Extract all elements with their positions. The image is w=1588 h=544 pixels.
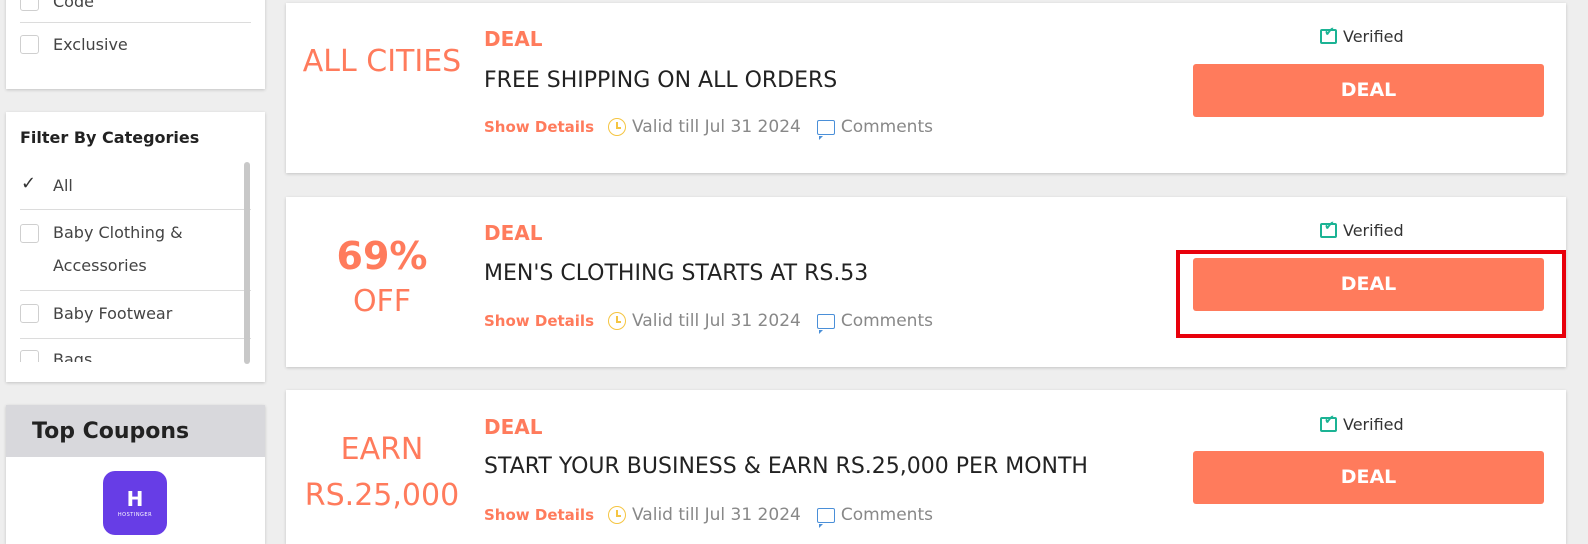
deal-title: MEN'S CLOTHING STARTS AT RS.53 [484, 261, 869, 286]
deal-badge: EARN RS.25,000 [286, 427, 478, 519]
show-details-link[interactable]: Show Details [484, 506, 594, 524]
filter-item-exclusive[interactable]: Exclusive [20, 35, 251, 54]
divider [20, 22, 251, 23]
checkbox-icon[interactable] [20, 304, 39, 323]
deal-meta: Show Details Valid till Jul 31 2024 Comm… [484, 117, 933, 140]
get-deal-button[interactable]: DEAL [1193, 451, 1544, 504]
filter-item-label: Code [53, 0, 94, 11]
category-label: All [53, 176, 73, 195]
verified-badge: Verified [1320, 413, 1404, 434]
category-label: Bags [53, 350, 93, 362]
category-filter: Filter By Categories All Baby Clothing &… [6, 112, 265, 382]
comment-icon[interactable] [816, 313, 835, 334]
deal-meta: Show Details Valid till Jul 31 2024 Comm… [484, 505, 933, 528]
verified-check-icon [1320, 25, 1337, 44]
deal-badge: 69% OFF [286, 233, 478, 325]
verified-label: Verified [1343, 221, 1404, 240]
get-deal-button[interactable]: DEAL [1193, 64, 1544, 117]
badge-line: EARN [340, 432, 424, 467]
category-list[interactable]: All Baby Clothing & Accessories Baby Foo… [6, 112, 265, 362]
deal-type-label: DEAL [484, 27, 543, 51]
verified-label: Verified [1343, 415, 1404, 434]
highlight-box [1176, 250, 1566, 338]
valid-till-text: Valid till Jul 31 2024 [632, 505, 801, 525]
category-scrollbar[interactable] [244, 162, 250, 364]
badge-line: ALL CITIES [302, 44, 462, 79]
verified-check-icon [1320, 413, 1337, 432]
category-label: Baby Footwear [53, 304, 173, 323]
category-item-all[interactable]: All [20, 173, 251, 195]
divider [20, 290, 251, 291]
deal-type-label: DEAL [484, 415, 543, 439]
clock-icon [608, 312, 626, 330]
hostinger-logo[interactable]: H HOSTINGER [103, 471, 167, 535]
coupon-type-filter: Code Exclusive [6, 0, 265, 89]
deal-badge: ALL CITIES [286, 39, 478, 85]
badge-line: RS.25,000 [304, 478, 460, 513]
badge-line: 69% [336, 234, 428, 278]
deal-meta: Show Details Valid till Jul 31 2024 Comm… [484, 311, 933, 334]
filter-item-label: Exclusive [53, 35, 128, 54]
badge-line: OFF [352, 284, 412, 319]
deal-title: START YOUR BUSINESS & EARN RS.25,000 PER… [484, 454, 1088, 479]
divider [20, 209, 251, 210]
verified-badge: Verified [1320, 219, 1404, 240]
comment-icon[interactable] [816, 119, 835, 140]
category-item-baby-clothing[interactable]: Baby Clothing & Accessories [20, 222, 251, 282]
filter-item-code[interactable]: Code [20, 0, 251, 11]
category-item-baby-footwear[interactable]: Baby Footwear [20, 304, 251, 323]
comment-icon[interactable] [816, 507, 835, 528]
category-label: Baby Clothing & Accessories [53, 223, 183, 275]
category-item-bags[interactable]: Bags [20, 350, 251, 362]
comments-link[interactable]: Comments [841, 117, 933, 137]
deal-type-label: DEAL [484, 221, 543, 245]
deal-title: FREE SHIPPING ON ALL ORDERS [484, 68, 838, 93]
checkbox-checked-icon[interactable] [20, 173, 39, 195]
show-details-link[interactable]: Show Details [484, 118, 594, 136]
checkbox-icon[interactable] [20, 0, 39, 11]
comments-link[interactable]: Comments [841, 505, 933, 525]
clock-icon [608, 506, 626, 524]
top-coupons-panel: Top Coupons H HOSTINGER [6, 405, 265, 544]
divider [20, 338, 251, 339]
verified-badge: Verified [1320, 25, 1404, 46]
comments-link[interactable]: Comments [841, 311, 933, 331]
valid-till-text: Valid till Jul 31 2024 [632, 311, 801, 331]
deal-card: ALL CITIES DEAL FREE SHIPPING ON ALL ORD… [286, 3, 1566, 173]
deal-card: EARN RS.25,000 DEAL START YOUR BUSINESS … [286, 390, 1566, 544]
hostinger-logo-mark: H [126, 486, 144, 511]
verified-label: Verified [1343, 27, 1404, 46]
verified-check-icon [1320, 219, 1337, 238]
top-coupons-title: Top Coupons [6, 405, 265, 457]
checkbox-icon[interactable] [20, 35, 39, 54]
valid-till-text: Valid till Jul 31 2024 [632, 117, 801, 137]
hostinger-logo-text: HOSTINGER [117, 511, 153, 518]
checkbox-icon[interactable] [20, 350, 39, 362]
clock-icon [608, 118, 626, 136]
checkbox-icon[interactable] [20, 224, 39, 243]
show-details-link[interactable]: Show Details [484, 312, 594, 330]
